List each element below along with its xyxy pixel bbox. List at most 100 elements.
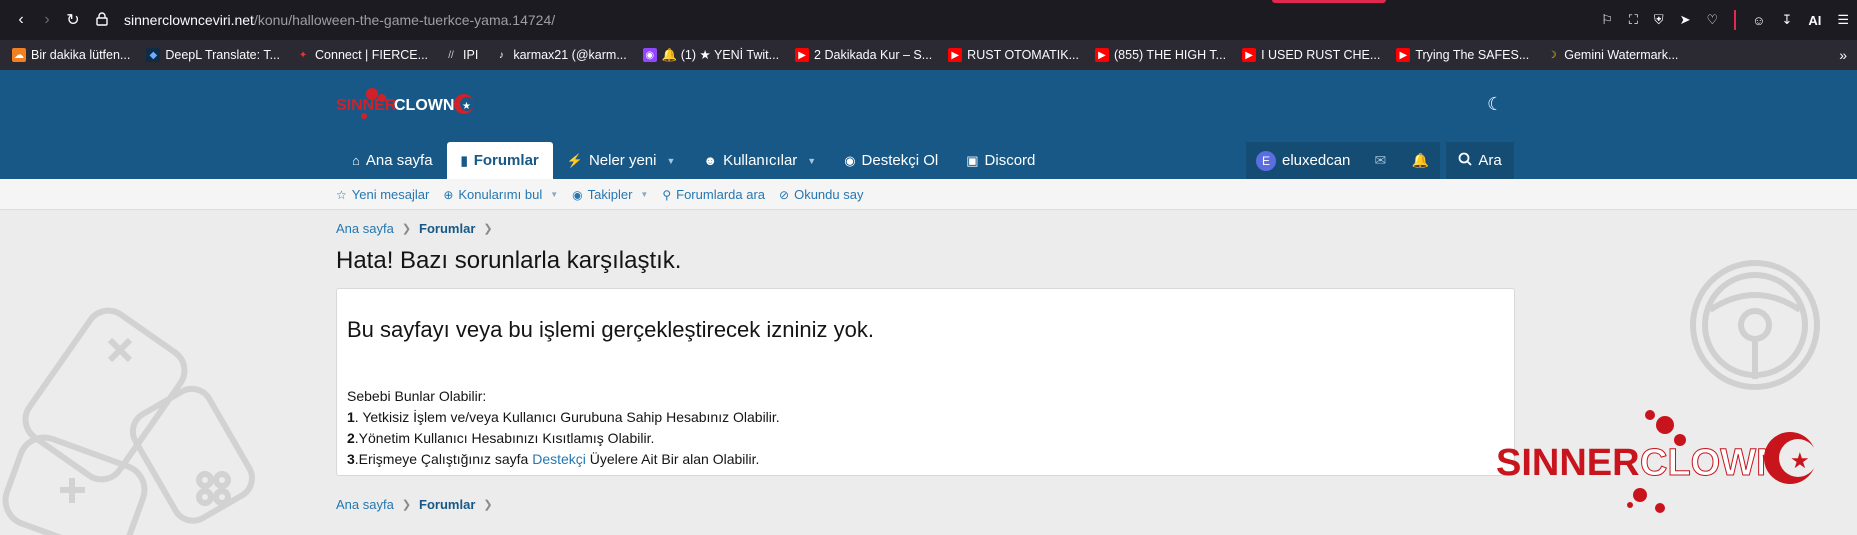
youtube-icon: ▶: [1095, 48, 1109, 62]
main-navigation: ⌂ Ana sayfa ▮ Forumlar ⚡ Neler yeni ▼ ☻ Kullanıc…: [338, 142, 1049, 179]
bookmark-item[interactable]: ▶ Trying The SAFES...: [1388, 48, 1537, 62]
bookmark-item[interactable]: ☽ Gemini Watermark...: [1537, 48, 1686, 62]
menu-icon[interactable]: ☰: [1837, 12, 1849, 28]
forward-icon[interactable]: ›: [34, 7, 60, 33]
bookmark-item[interactable]: ◆ DeepL Translate: T...: [138, 48, 288, 62]
bookmark-item[interactable]: ◉ 🔔 (1) ★ YENİ Twit...: [635, 47, 787, 63]
url-host: sinnerclownceviri.net: [124, 12, 254, 28]
caret-down-icon[interactable]: ▼: [807, 156, 816, 166]
account-icon[interactable]: ☺: [1752, 13, 1765, 28]
bookmark-item[interactable]: ▶ (855) THE HIGH T...: [1087, 48, 1234, 62]
caret-down-icon[interactable]: ▼: [666, 156, 675, 166]
cloudflare-icon: ☁: [12, 48, 26, 62]
youtube-icon: ▶: [795, 48, 810, 62]
moon-icon[interactable]: ☾: [1487, 94, 1509, 116]
subnav-item-5[interactable]: ⊘ Okundu say: [779, 187, 863, 202]
subnav-item-2[interactable]: ⊕ Konularımı bul ▼: [443, 187, 558, 202]
supporter-link[interactable]: Destekçi: [532, 451, 586, 467]
bookmark-label: Connect | FIERCE...: [315, 48, 429, 62]
reload-icon[interactable]: ↻: [60, 7, 86, 33]
user-account-button[interactable]: E eluxedcan: [1246, 142, 1361, 179]
badge-icon: ◉: [844, 152, 856, 168]
steering-wheel-decoration-icon: [1690, 260, 1820, 390]
nav-item-5[interactable]: ◉ Destekçi Ol: [830, 142, 952, 179]
caret-down-icon[interactable]: ▼: [550, 190, 558, 199]
search-label: Ara: [1478, 152, 1502, 169]
chevron-right-icon: ❯: [401, 499, 412, 511]
screenshot-icon[interactable]: ⛶: [1629, 12, 1638, 28]
bookmark-label: Trying The SAFES...: [1415, 48, 1530, 62]
ipi-icon: //: [448, 49, 454, 61]
heart-icon[interactable]: ♡: [1707, 12, 1719, 28]
nav-item-label: Destekçi Ol: [861, 152, 939, 169]
nav-item-3[interactable]: ⚡ Neler yeni ▼: [553, 142, 690, 179]
bookmark-label: karmax21 (@karm...: [513, 48, 627, 62]
pocket-icon[interactable]: ⚐: [1601, 12, 1613, 28]
username: eluxedcan: [1282, 152, 1351, 169]
eye-icon: ◉: [572, 187, 583, 202]
bookmark-label: IPI: [463, 48, 479, 62]
send-icon[interactable]: ➤: [1680, 12, 1691, 28]
deepl-icon: ◆: [146, 48, 161, 62]
eye-slash-icon: ⊘: [779, 187, 790, 202]
bookmark-item[interactable]: ▶ 2 Dakikada Kur – S...: [787, 48, 940, 62]
subnav-item-label: Forumlarda ara: [676, 187, 766, 202]
nav-item-1[interactable]: ⌂ Ana sayfa: [338, 142, 447, 179]
subnav-item-1[interactable]: ☆ Yeni mesajlar: [336, 187, 429, 202]
youtube-icon: ▶: [948, 48, 963, 62]
bookmark-item[interactable]: ▶ I USED RUST CHE...: [1234, 48, 1388, 62]
sinnerclown-watermark-logo: SINNER CLOWN ★: [1496, 410, 1817, 513]
download-icon[interactable]: ↧: [1781, 12, 1792, 28]
svg-text:CLOWN: CLOWN: [1640, 442, 1784, 484]
bell-icon[interactable]: 🔔: [1400, 142, 1441, 179]
svg-text:★: ★: [1790, 449, 1810, 474]
breadcrumb: Ana sayfa ❯ Forumlar ❯: [336, 221, 501, 236]
nav-item-label: Forumlar: [473, 152, 539, 169]
active-tab-accent: [1272, 0, 1386, 3]
reason-text: .Erişmeye Çalıştığınız sayfa: [354, 451, 533, 467]
back-icon[interactable]: ‹: [8, 7, 34, 33]
nav-item-6[interactable]: ▣ Discord: [952, 142, 1049, 179]
lock-icon: [96, 11, 108, 29]
search-button[interactable]: Ara: [1446, 142, 1514, 179]
nav-item-2[interactable]: ▮ Forumlar: [446, 142, 553, 179]
bolt-icon: ⚡: [566, 152, 583, 168]
subnav-item-3[interactable]: ◉ Takipler ▼: [572, 187, 648, 202]
reason-number: 1: [347, 409, 355, 425]
ai-button[interactable]: AI: [1808, 13, 1821, 28]
site-logo[interactable]: SINNER CLOWN ★: [336, 84, 476, 124]
chevron-right-icon: ❯: [483, 223, 493, 235]
nav-item-4[interactable]: ☻ Kullanıcılar ▼: [689, 142, 830, 179]
reason-text: . Yetkisiz İşlem ve/veya Kullanıcı Gurub…: [354, 409, 780, 425]
subnav-item-4[interactable]: ⚲ Forumlarda ara: [662, 187, 765, 202]
ai-label: AI: [1808, 12, 1822, 28]
nav-item-label: Neler yeni: [588, 152, 657, 169]
search-icon: ⚲: [662, 187, 672, 202]
breadcrumb-bottom: Ana sayfa ❯ Forumlar ❯: [336, 497, 501, 512]
address-field[interactable]: sinnerclownceviri.net/konu/halloween-the…: [96, 11, 1601, 29]
discord-icon: ▣: [966, 152, 979, 168]
nav-item-label: Discord: [984, 152, 1036, 169]
bookmark-item[interactable]: ▶ RUST OTOMATIK...: [940, 48, 1087, 62]
reason-text: Üyelere Ait Bir alan Olabilir.: [585, 451, 760, 467]
user-area: E eluxedcan ✉ 🔔 Ara: [1246, 142, 1514, 179]
envelope-icon[interactable]: ✉: [1360, 142, 1401, 179]
nav-item-label: Ana sayfa: [365, 152, 433, 169]
youtube-icon: ▶: [1242, 48, 1257, 62]
breadcrumb-home-link[interactable]: Ana sayfa: [336, 221, 394, 236]
reasons-list: Sebebi Bunlar Olabilir: 1. Yetkisiz İşle…: [347, 386, 780, 470]
bookmark-item[interactable]: // IPI: [436, 48, 486, 62]
shield-icon[interactable]: ⛨: [1654, 12, 1664, 28]
caret-down-icon[interactable]: ▼: [640, 190, 648, 199]
bookmark-item[interactable]: ♪ karmax21 (@karm...: [486, 48, 634, 62]
bookmark-item[interactable]: ✦ Connect | FIERCE...: [288, 48, 436, 62]
reason-item: 1. Yetkisiz İşlem ve/veya Kullanıcı Guru…: [347, 407, 780, 428]
chevron-more-icon[interactable]: »: [1839, 47, 1853, 63]
breadcrumb-forums-link[interactable]: Forumlar: [419, 221, 475, 236]
bookmark-item[interactable]: ☁ Bir dakika lütfen...: [4, 48, 138, 62]
breadcrumb-forums-link[interactable]: Forumlar: [419, 497, 475, 512]
bookmark-label: 2 Dakikada Kur – S...: [814, 48, 933, 62]
breadcrumb-home-link[interactable]: Ana sayfa: [336, 497, 394, 512]
toolbar-divider: [1734, 10, 1737, 30]
reason-number: 2: [347, 430, 355, 446]
